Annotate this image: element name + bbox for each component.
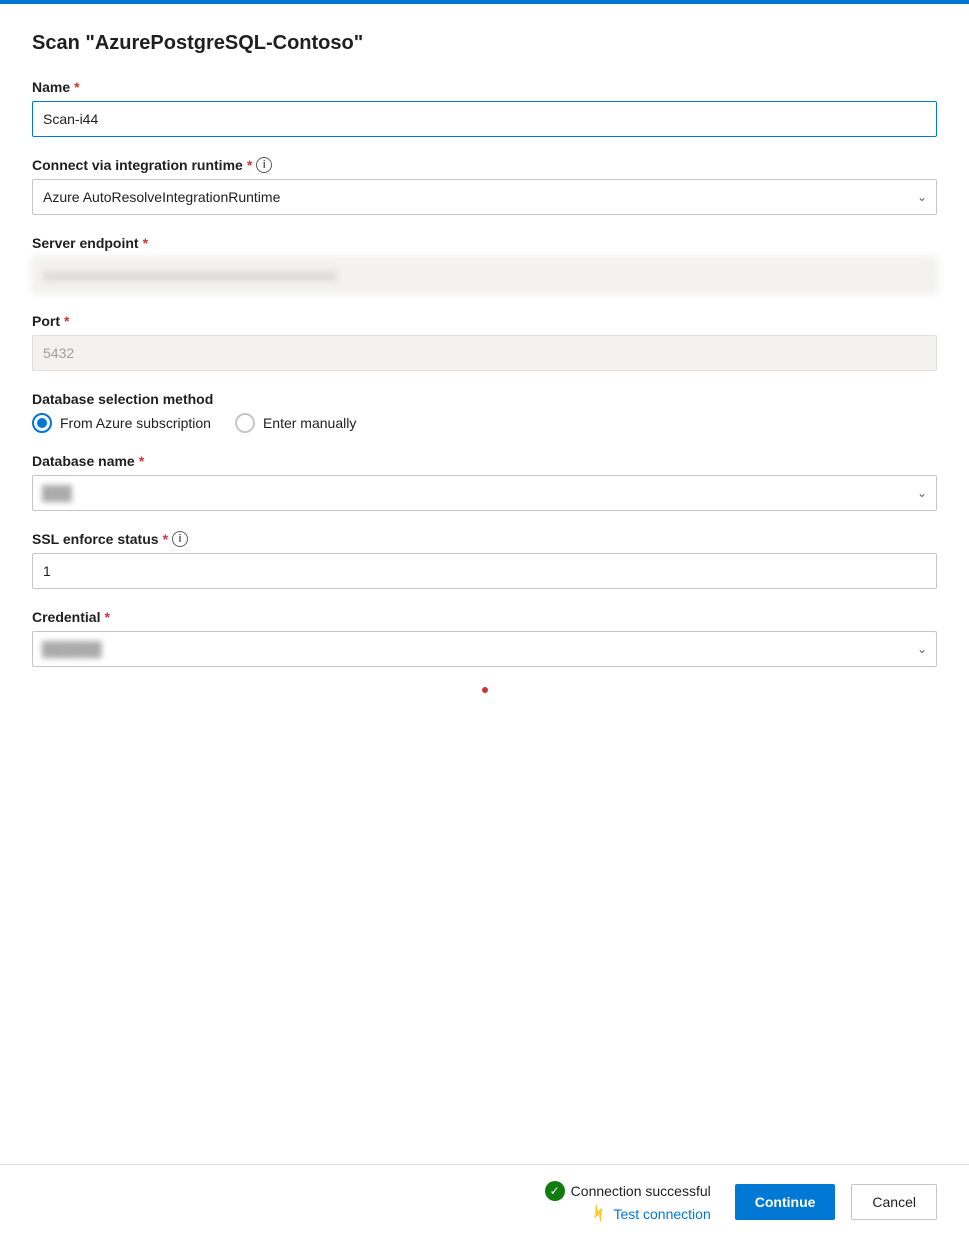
radio-from-azure-circle — [32, 413, 52, 433]
database-name-label: Database name * — [32, 453, 937, 469]
integration-runtime-required-star: * — [247, 157, 252, 173]
integration-runtime-select-wrapper: Azure AutoResolveIntegrationRuntime ⌄ — [32, 179, 937, 215]
database-selection-radio-group: From Azure subscription Enter manually — [32, 413, 937, 433]
name-required-star: * — [74, 79, 79, 95]
continue-button[interactable]: Continue — [735, 1184, 836, 1220]
credential-label: Credential * — [32, 609, 937, 625]
status-dot — [482, 687, 488, 693]
database-name-select-wrapper: ███ ⌄ — [32, 475, 937, 511]
connection-success-message: ✓ Connection successful — [545, 1181, 711, 1201]
name-input[interactable] — [32, 101, 937, 137]
radio-from-azure[interactable]: From Azure subscription — [32, 413, 211, 433]
integration-runtime-label: Connect via integration runtime * i — [32, 157, 937, 173]
radio-enter-manually[interactable]: Enter manually — [235, 413, 356, 433]
integration-runtime-field-group: Connect via integration runtime * i Azur… — [32, 157, 937, 215]
server-endpoint-field-group: Server endpoint * — [32, 235, 937, 293]
port-field-group: Port * — [32, 313, 937, 371]
dot-indicator — [32, 687, 937, 693]
cancel-button[interactable]: Cancel — [851, 1184, 937, 1220]
port-label: Port * — [32, 313, 937, 329]
credential-field-group: Credential * ██████ ⌄ — [32, 609, 937, 667]
database-selection-method-label: Database selection method — [32, 391, 937, 407]
database-name-field-group: Database name * ███ ⌄ — [32, 453, 937, 511]
name-field-group: Name * — [32, 79, 937, 137]
port-required-star: * — [64, 313, 69, 329]
server-endpoint-required-star: * — [143, 235, 148, 251]
connection-status: ✓ Connection successful ⚡ Test connectio… — [545, 1181, 711, 1222]
radio-from-azure-label: From Azure subscription — [60, 415, 211, 431]
port-input — [32, 335, 937, 371]
integration-runtime-select[interactable]: Azure AutoResolveIntegrationRuntime — [32, 179, 937, 215]
page-title: Scan "AzurePostgreSQL-Contoso" — [32, 32, 937, 55]
server-endpoint-input — [32, 257, 937, 293]
ssl-enforce-required-star: * — [163, 531, 168, 547]
database-selection-method-field-group: Database selection method From Azure sub… — [32, 391, 937, 433]
radio-enter-manually-circle — [235, 413, 255, 433]
ssl-enforce-info-icon[interactable]: i — [172, 531, 188, 547]
ssl-enforce-label: SSL enforce status * i — [32, 531, 937, 547]
server-endpoint-label: Server endpoint * — [32, 235, 937, 251]
credential-required-star: * — [104, 609, 109, 625]
credential-select[interactable] — [32, 631, 937, 667]
radio-enter-manually-label: Enter manually — [263, 415, 356, 431]
footer: ✓ Connection successful ⚡ Test connectio… — [0, 1164, 969, 1238]
test-connection-link[interactable]: ⚡ Test connection — [590, 1205, 711, 1222]
database-name-required-star: * — [139, 453, 144, 469]
integration-runtime-info-icon[interactable]: i — [256, 157, 272, 173]
success-icon: ✓ — [545, 1181, 565, 1201]
ssl-enforce-input[interactable] — [32, 553, 937, 589]
name-label: Name * — [32, 79, 937, 95]
ssl-enforce-field-group: SSL enforce status * i — [32, 531, 937, 589]
credential-select-wrapper: ██████ ⌄ — [32, 631, 937, 667]
test-connection-icon: ⚡ — [587, 1201, 611, 1225]
database-name-select[interactable] — [32, 475, 937, 511]
